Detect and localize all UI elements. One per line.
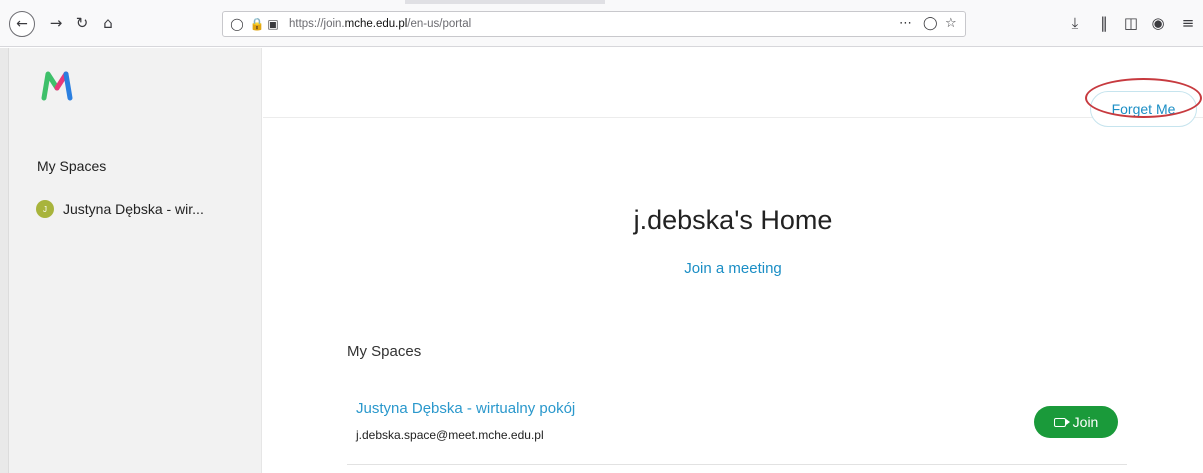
sidebar-item-label: Justyna Dębska - wir... [63,201,204,217]
section-title: My Spaces [347,343,422,360]
camera-icon [1053,417,1070,427]
sidebar-toggle-icon[interactable]: ◫ [1119,11,1143,35]
forget-me-button[interactable]: Forget Me [1090,91,1197,127]
tab-strip-edge [405,0,605,4]
permissions-icon[interactable]: ▣ [265,16,281,32]
sidebar-item-space[interactable]: J Justyna Dębska - wir... [36,198,204,220]
more-icon[interactable]: ⋯ [899,16,912,31]
row-divider [347,464,1127,465]
join-button[interactable]: Join [1034,406,1118,438]
page-title: j.debska's Home [633,205,833,235]
pocket-icon[interactable]: ◯ [923,16,938,31]
browser-toolbar: ← → ↻ ⌂ ◯ 🔒 ▣ https://join.mche.edu.pl/e… [0,0,1203,47]
main-header [263,48,1203,118]
star-icon[interactable]: ☆ [945,16,957,31]
space-name-link[interactable]: Justyna Dębska - wirtualny pokój [356,400,575,417]
window-edge [0,48,9,473]
forward-arrow-icon[interactable]: → [44,11,68,35]
address-bar[interactable]: ◯ 🔒 ▣ https://join.mche.edu.pl/en-us/por… [222,11,966,37]
sidebar-title: My Spaces [37,158,107,174]
join-meeting-link[interactable]: Join a meeting [263,260,1203,277]
account-icon[interactable]: ◉ [1146,11,1170,35]
avatar: J [36,200,54,218]
download-icon[interactable]: ⤓ [1063,11,1087,35]
url-text[interactable]: https://join.mche.edu.pl/en-us/portal [289,18,471,30]
webex-logo [41,71,73,101]
sidebar: My Spaces J Justyna Dębska - wir... [0,48,262,473]
home-icon[interactable]: ⌂ [96,11,120,35]
back-arrow-icon[interactable]: ← [9,11,35,37]
shield-icon[interactable]: ◯ [229,16,245,32]
menu-icon[interactable]: ≡ [1176,11,1200,35]
join-button-label: Join [1072,414,1099,430]
reload-icon[interactable]: ↻ [70,11,94,35]
library-icon[interactable]: ‖ [1092,11,1116,35]
lock-icon[interactable]: 🔒 [249,16,265,32]
space-address: j.debska.space@meet.mche.edu.pl [356,428,544,442]
